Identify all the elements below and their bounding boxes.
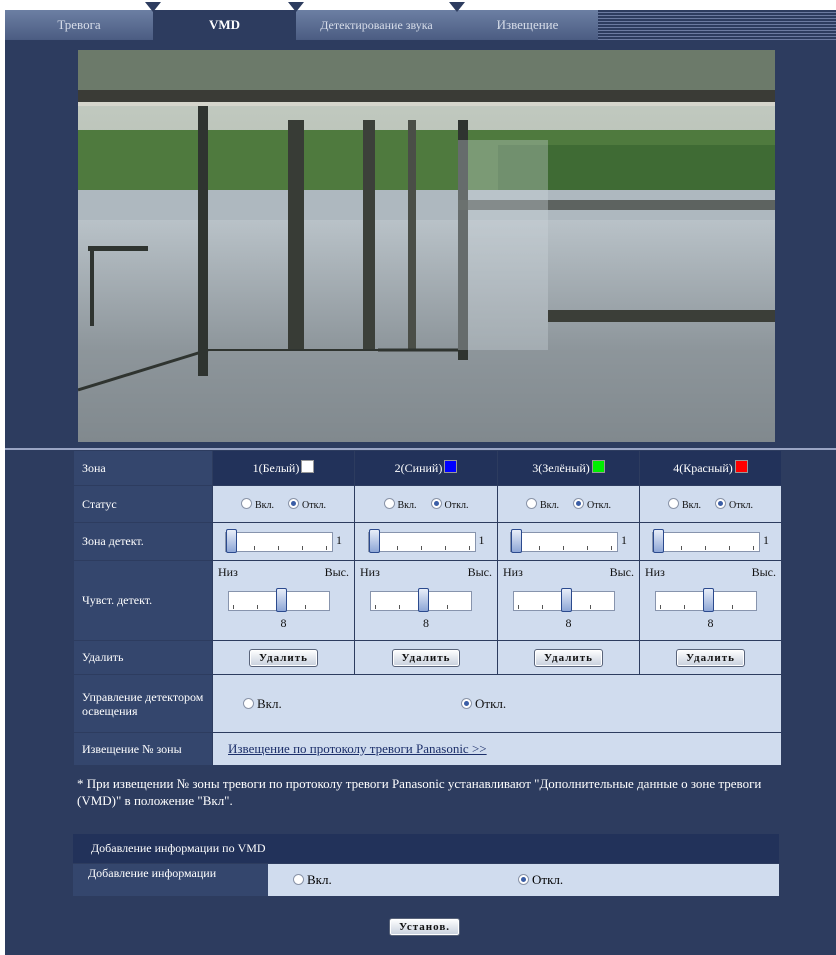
- zone-4-sensitivity: Низ Выс. 8: [639, 560, 782, 641]
- zone-4-detect-area: 1: [639, 522, 782, 561]
- vmd-info-header: Добавление информации по VMD: [73, 834, 779, 863]
- note-text: * При извещении № зоны тревоги по проток…: [77, 776, 762, 808]
- detect-area-slider[interactable]: [225, 528, 333, 553]
- detect-area-slider[interactable]: [652, 528, 760, 553]
- light-control-label: Управление детектором освещения: [73, 674, 213, 733]
- status-off-radio[interactable]: Откл.: [288, 497, 326, 511]
- detect-area-slider[interactable]: [510, 528, 618, 553]
- vmd-settings-page: Тревога VMD Детектирование звука Извещен…: [0, 0, 836, 955]
- zone-3-detect-area: 1: [497, 522, 640, 561]
- panasonic-notify-link[interactable]: Извещение по протоколу тревоги Panasonic…: [228, 741, 487, 756]
- camera-image[interactable]: [78, 50, 775, 442]
- sensitivity-slider[interactable]: [655, 588, 757, 612]
- status-on-radio[interactable]: Вкл.: [241, 497, 274, 511]
- delete-row: Удалить Удалить Удалить Удалить Удалить: [73, 640, 782, 675]
- vmd-info-options: Вкл. Откл.: [268, 864, 779, 896]
- vmd-info-section: Добавление информации по VMD Добавление …: [73, 834, 779, 896]
- tab-separator: [449, 2, 465, 12]
- zone-2-header: 2(Синий): [354, 450, 498, 486]
- sensitivity-slider[interactable]: [370, 588, 472, 612]
- set-button[interactable]: Установ.: [389, 918, 461, 936]
- zone-header-row: Зона 1(Белый) 2(Синий) 3(Зелёный) 4(Крас…: [73, 450, 782, 486]
- tab-alarm[interactable]: Тревога: [5, 10, 153, 40]
- zone-1-detect-area: 1: [212, 522, 355, 561]
- vmd-info-row: Добавление информации Вкл. Откл.: [73, 864, 779, 896]
- vmd-info-label: Добавление информации: [73, 864, 268, 896]
- notify-row: Извещение № зоны Извещение по протоколу …: [73, 732, 782, 766]
- slider-thumb[interactable]: [703, 588, 714, 612]
- zone-3-status: Вкл. Откл.: [497, 485, 640, 523]
- zone-label: Зона: [73, 450, 213, 486]
- slider-thumb[interactable]: [561, 588, 572, 612]
- light-off-radio[interactable]: Откл.: [461, 696, 506, 711]
- tab-vmd[interactable]: VMD: [153, 10, 296, 40]
- light-on-radio[interactable]: Вкл.: [213, 696, 461, 712]
- camera-scene: [78, 50, 775, 442]
- zone-1-sensitivity: Низ Выс. 8: [212, 560, 355, 641]
- zone-1-status: Вкл. Откл.: [212, 485, 355, 523]
- zone-3-sensitivity: Низ Выс. 8: [497, 560, 640, 641]
- status-label: Статус: [73, 485, 213, 523]
- notify-cell: Извещение по протоколу тревоги Panasonic…: [212, 732, 782, 766]
- tab-audio-detection[interactable]: Детектирование звука: [296, 10, 457, 40]
- sensitivity-label: Чувст. детект.: [73, 560, 213, 641]
- status-off-radio[interactable]: Откл.: [715, 497, 753, 511]
- slider-thumb[interactable]: [511, 528, 522, 553]
- zone-1-color-swatch: [301, 460, 315, 473]
- delete-zone-2-button[interactable]: Удалить: [391, 648, 461, 667]
- zone-2-sensitivity: Низ Выс. 8: [354, 560, 498, 641]
- slider-thumb[interactable]: [653, 528, 664, 553]
- slider-thumb[interactable]: [276, 588, 287, 612]
- vmd-zone-table: Зона 1(Белый) 2(Синий) 3(Зелёный) 4(Крас…: [73, 450, 782, 766]
- zone-4-header: 4(Красный): [639, 450, 782, 486]
- main-panel: Зона 1(Белый) 2(Синий) 3(Зелёный) 4(Крас…: [5, 40, 836, 955]
- status-off-radio[interactable]: Откл.: [430, 497, 468, 511]
- sensitivity-slider[interactable]: [513, 588, 615, 612]
- slider-thumb[interactable]: [418, 588, 429, 612]
- tab-notification[interactable]: Извещение: [457, 10, 598, 40]
- zone-4-delete: Удалить: [639, 640, 782, 675]
- status-on-radio[interactable]: Вкл.: [383, 497, 417, 511]
- sensitivity-slider[interactable]: [228, 588, 330, 612]
- detect-area-label: Зона детект.: [73, 522, 213, 561]
- light-control-row: Управление детектором освещения Вкл. Откл…: [73, 674, 782, 733]
- zone-2-delete: Удалить: [354, 640, 498, 675]
- slider-thumb[interactable]: [226, 528, 237, 553]
- notify-label: Извещение № зоны: [73, 732, 213, 766]
- tab-separator: [288, 2, 304, 12]
- delete-zone-4-button[interactable]: Удалить: [676, 648, 745, 667]
- zone-1-delete: Удалить: [212, 640, 355, 675]
- zone-3-header: 3(Зелёный): [497, 450, 640, 486]
- zone-2-detect-area: 1: [354, 522, 498, 561]
- status-row: Статус Вкл. Откл. Вкл. Откл. Вкл. Откл. Вкл…: [73, 485, 782, 523]
- zone-4-status: Вкл. Откл.: [639, 485, 782, 523]
- tab-bar-filler: [598, 10, 836, 40]
- status-on-radio[interactable]: Вкл.: [668, 497, 701, 511]
- status-on-radio[interactable]: Вкл.: [526, 497, 559, 511]
- vmd-info-off-radio[interactable]: Откл.: [518, 872, 563, 888]
- zone-3-delete: Удалить: [497, 640, 640, 675]
- detect-area-row: Зона детект. 1 1 1 1: [73, 522, 782, 561]
- zone-3-color-swatch: [591, 460, 605, 473]
- status-off-radio[interactable]: Откл.: [573, 497, 611, 511]
- light-control-options: Вкл. Откл.: [212, 674, 782, 733]
- tab-bar: Тревога VMD Детектирование звука Извещен…: [0, 0, 836, 40]
- vmd-info-on-radio[interactable]: Вкл.: [268, 872, 518, 888]
- detect-area-slider[interactable]: [367, 528, 476, 553]
- delete-zone-3-button[interactable]: Удалить: [534, 648, 603, 667]
- delete-zone-1-button[interactable]: Удалить: [249, 648, 318, 667]
- delete-label: Удалить: [73, 640, 213, 675]
- slider-thumb[interactable]: [368, 528, 380, 553]
- zone-1-header: 1(Белый): [212, 450, 355, 486]
- sensitivity-row: Чувст. детект. Низ Выс. 8 Низ Выс. 8 Низ Выс.…: [73, 560, 782, 641]
- zone-4-color-swatch: [734, 460, 748, 473]
- zone-2-status: Вкл. Откл.: [354, 485, 498, 523]
- tab-separator: [145, 2, 161, 12]
- zone-2-color-swatch: [444, 460, 458, 473]
